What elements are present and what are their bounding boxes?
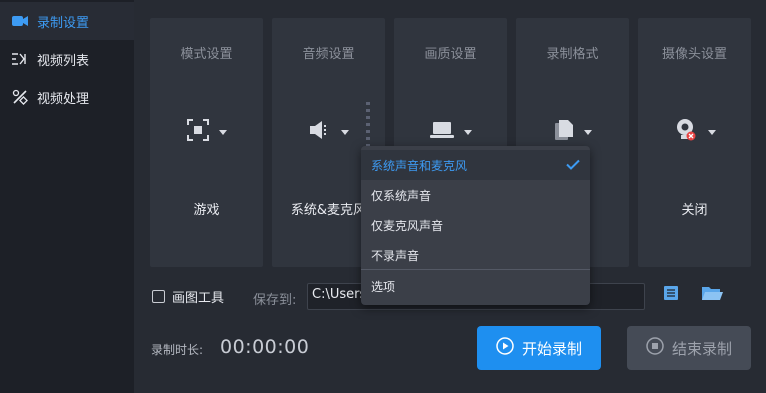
duration-label: 录制时长:: [151, 343, 204, 357]
sidebar: 录制设置 视频列表 视频处理: [0, 0, 134, 393]
menu-item-mic-only[interactable]: 仅麦克风声音: [361, 210, 590, 240]
chevron-down-icon: [463, 129, 472, 135]
quality-dropdown-trigger[interactable]: [394, 118, 507, 146]
stop-recording-label: 结束录制: [671, 339, 732, 358]
list-icon: [11, 51, 29, 67]
card-value: 游戏: [193, 203, 220, 218]
draw-tool-checkbox[interactable]: [152, 290, 165, 303]
chevron-down-icon: [707, 129, 716, 135]
speaker-icon: [309, 120, 331, 144]
start-recording-button[interactable]: 开始录制: [477, 326, 601, 370]
checkmark-icon: [566, 159, 580, 173]
chevron-down-icon: [583, 129, 592, 135]
sidebar-item-record-settings[interactable]: 录制设置: [0, 2, 134, 40]
audio-dropdown-menu: 系统声音和麦克风 仅系统声音 仅麦克风声音 不录声音 选项: [361, 146, 590, 305]
draw-tool-toggle[interactable]: 画图工具: [152, 287, 224, 306]
mode-dropdown-trigger[interactable]: [150, 118, 263, 146]
menu-item-no-audio[interactable]: 不录声音: [361, 240, 590, 270]
menu-divider: [361, 269, 590, 270]
sidebar-item-video-list[interactable]: 视频列表: [0, 40, 134, 78]
stop-icon: [646, 337, 664, 359]
sidebar-item-label: 视频列表: [37, 53, 90, 69]
sidebar-item-label: 录制设置: [37, 15, 90, 31]
start-recording-label: 开始录制: [521, 339, 582, 358]
sidebar-item-label: 视频处理: [37, 91, 90, 107]
mode-target-icon: [186, 119, 209, 145]
menu-item-label: 系统声音和麦克风: [371, 158, 468, 173]
card-value: 关闭: [681, 203, 708, 218]
format-dropdown-trigger[interactable]: [516, 118, 629, 146]
menu-item-system-only[interactable]: 仅系统声音: [361, 180, 590, 210]
save-to-label: 保存到:: [253, 293, 297, 308]
menu-item-label: 仅系统声音: [371, 188, 432, 203]
play-icon: [496, 337, 514, 359]
duration-value: 00:00:00: [220, 336, 310, 358]
card-webcam-settings[interactable]: 摄像头设置 关闭: [638, 18, 751, 267]
list-icon: [663, 285, 679, 305]
menu-item-label: 选项: [371, 279, 396, 294]
card-title: 摄像头设置: [661, 47, 727, 62]
video-camera-icon: [11, 13, 29, 29]
card-mode-settings[interactable]: 模式设置 游戏: [150, 18, 263, 267]
card-title: 音频设置: [302, 47, 355, 62]
card-title: 模式设置: [180, 47, 233, 62]
folder-icon: [701, 285, 723, 305]
menu-item-label: 仅麦克风声音: [371, 218, 444, 233]
menu-item-system-and-mic[interactable]: 系统声音和麦克风: [361, 150, 590, 180]
menu-item-label: 不录声音: [371, 248, 420, 263]
sidebar-item-video-processing[interactable]: 视频处理: [0, 78, 134, 116]
list-files-button[interactable]: [660, 285, 682, 305]
webcam-dropdown-trigger[interactable]: [638, 118, 751, 146]
webcam-off-icon: [674, 118, 698, 146]
file-format-icon: [554, 119, 574, 145]
chevron-down-icon: [218, 129, 227, 135]
draw-tool-label: 画图工具: [172, 291, 225, 306]
open-folder-button[interactable]: [701, 285, 723, 305]
card-title: 画质设置: [424, 47, 477, 62]
chevron-down-icon: [340, 129, 349, 135]
tools-icon: [11, 89, 29, 105]
card-title: 录制格式: [546, 47, 599, 62]
menu-item-options[interactable]: 选项: [361, 271, 590, 301]
monitor-icon: [429, 121, 454, 143]
stop-recording-button[interactable]: 结束录制: [627, 326, 751, 370]
